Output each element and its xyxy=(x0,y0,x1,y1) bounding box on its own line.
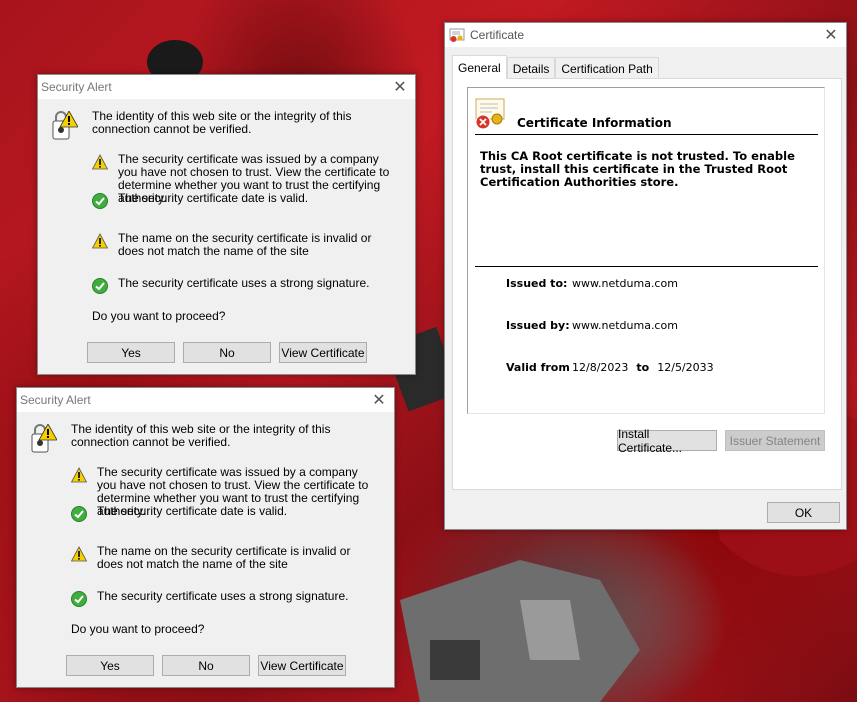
warning-icon xyxy=(92,154,108,170)
alert-item-date: The security certificate date is valid. xyxy=(92,191,392,209)
alert-intro-text: The identity of this web site or the int… xyxy=(71,422,331,449)
certificate-dialog: Certificate ✕ General Details Certificat… xyxy=(444,22,847,530)
valid-from-label: Valid from xyxy=(506,361,570,374)
view-certificate-button[interactable]: View Certificate xyxy=(258,655,346,676)
tab-general[interactable]: General xyxy=(452,55,507,79)
alert-item-text: The security certificate uses a strong s… xyxy=(97,589,349,603)
tab-details[interactable]: Details xyxy=(506,57,556,79)
alert-item-date: The security certificate date is valid. xyxy=(71,504,371,522)
alert-titlebar: Security Alert ✕ xyxy=(38,75,415,99)
security-alert-dialog-2: Security Alert ✕ The identity of this we… xyxy=(16,387,395,688)
valid-from-value: 12/8/2023 xyxy=(572,361,629,374)
proceed-question: Do you want to proceed? xyxy=(92,309,226,323)
security-lock-warning-icon xyxy=(31,424,57,453)
close-icon[interactable]: ✕ xyxy=(385,76,415,98)
general-tab-panel: Certificate Information This CA Root cer… xyxy=(452,78,842,490)
valid-to-label: to xyxy=(636,361,650,374)
alert-item-text: The security certificate date is valid. xyxy=(118,191,309,205)
yes-button[interactable]: Yes xyxy=(66,655,154,676)
view-certificate-button[interactable]: View Certificate xyxy=(279,342,367,363)
close-icon[interactable]: ✕ xyxy=(364,389,394,411)
valid-to-value: 12/5/2033 xyxy=(657,361,714,374)
certificate-trust-warning: This CA Root certificate is not trusted.… xyxy=(480,149,795,189)
check-icon xyxy=(71,591,87,607)
alert-titlebar: Security Alert ✕ xyxy=(17,388,394,412)
divider xyxy=(475,266,818,267)
tab-certification-path[interactable]: Certification Path xyxy=(555,57,659,79)
issued-by-label: Issued by: xyxy=(506,319,570,332)
valid-dates-row: Valid from 12/8/2023 to 12/5/2033 xyxy=(506,361,714,374)
certificate-tabs: General Details Certification Path xyxy=(452,55,659,79)
warning-icon xyxy=(71,467,87,483)
alert-item-signature: The security certificate uses a strong s… xyxy=(71,589,371,607)
certificate-info-title: Certificate Information xyxy=(517,116,672,130)
alert-item-signature: The security certificate uses a strong s… xyxy=(92,276,392,294)
ok-button[interactable]: OK xyxy=(767,502,840,523)
issued-to-row: Issued to: www.netduma.com xyxy=(506,277,678,290)
warning-icon xyxy=(71,546,87,562)
issuer-statement-button[interactable]: Issuer Statement xyxy=(725,430,825,451)
issued-by-value: www.netduma.com xyxy=(572,319,678,332)
no-button[interactable]: No xyxy=(162,655,250,676)
check-icon xyxy=(92,278,108,294)
no-button[interactable]: No xyxy=(183,342,271,363)
alert-item-text: The name on the security certificate is … xyxy=(97,544,351,571)
issued-to-label: Issued to: xyxy=(506,277,568,290)
alert-item-text: The security certificate uses a strong s… xyxy=(118,276,370,290)
proceed-question: Do you want to proceed? xyxy=(71,622,205,636)
divider xyxy=(475,134,818,135)
alert-item-name: The name on the security certificate is … xyxy=(71,545,371,571)
alert-intro-text: The identity of this web site or the int… xyxy=(92,109,352,136)
certificate-error-icon xyxy=(475,98,505,130)
certificate-titlebar: Certificate ✕ xyxy=(445,23,846,47)
certificate-info-box: Certificate Information This CA Root cer… xyxy=(467,87,825,414)
check-icon xyxy=(71,506,87,522)
alert-item-text: The security certificate date is valid. xyxy=(97,504,288,518)
close-icon[interactable]: ✕ xyxy=(816,24,846,46)
issued-by-row: Issued by: www.netduma.com xyxy=(506,319,678,332)
alert-title: Security Alert xyxy=(41,80,112,94)
certificate-title: Certificate xyxy=(470,28,525,42)
certificate-app-icon xyxy=(449,28,465,42)
install-certificate-button[interactable]: Install Certificate... xyxy=(617,427,717,455)
alert-item-text: The name on the security certificate is … xyxy=(118,231,372,258)
issued-to-value: www.netduma.com xyxy=(572,277,678,290)
warning-icon xyxy=(92,233,108,249)
security-lock-warning-icon xyxy=(52,111,78,140)
alert-item-name: The name on the security certificate is … xyxy=(92,232,392,258)
security-alert-dialog-1: Security Alert ✕ The identity of this we… xyxy=(37,74,416,375)
yes-button[interactable]: Yes xyxy=(87,342,175,363)
alert-title: Security Alert xyxy=(20,393,91,407)
check-icon xyxy=(92,193,108,209)
